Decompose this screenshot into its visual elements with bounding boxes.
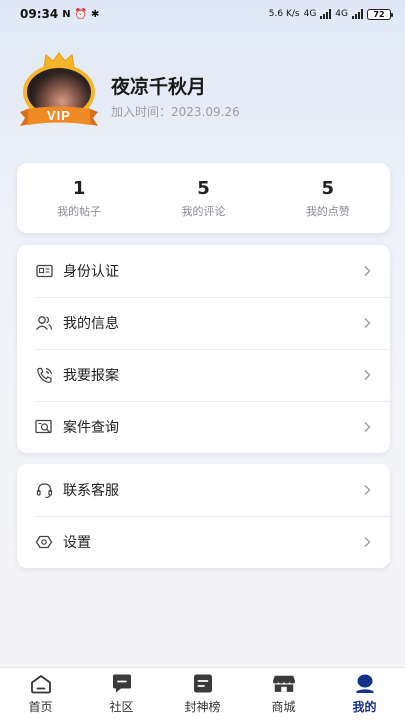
profile-header: VIP 夜凉千秋月 加入时间：2023.09.26 <box>18 52 388 132</box>
stat-label: 我的点赞 <box>305 204 350 218</box>
menu-label: 身份认证 <box>63 264 119 280</box>
menu-item-identity[interactable]: 身份认证 <box>17 245 390 297</box>
stat-comments[interactable]: 5 我的评论 <box>141 163 265 233</box>
signal-1-icon <box>320 9 332 19</box>
signal-1-type: 4G <box>303 9 317 19</box>
chat-icon <box>110 673 134 695</box>
tab-community[interactable]: 社区 <box>81 668 162 720</box>
status-right: 5.6 K/s 4G 4G 72 <box>268 8 393 20</box>
menu-card-secondary: 联系客服 设置 <box>17 464 390 568</box>
join-date: 加入时间：2023.09.26 <box>111 105 240 119</box>
tab-label: 我的 <box>352 700 377 714</box>
phone-call-icon <box>35 366 53 384</box>
stat-value: 5 <box>197 177 210 199</box>
bluetooth-icon: ✱ <box>91 8 100 20</box>
status-left: 09:34 N ⏰ ✱ <box>20 7 99 21</box>
menu-item-report-case[interactable]: 我要报案 <box>17 349 390 401</box>
menu-card-main: 身份认证 我的信息 我要报案 案件查询 <box>17 245 390 453</box>
vip-label: VIP <box>47 108 71 123</box>
status-time: 09:34 <box>20 7 59 21</box>
bottom-tab-bar: 首页 社区 封神榜 商城 我的 <box>0 667 405 720</box>
n-icon: N <box>62 8 71 20</box>
stat-label: 我的帖子 <box>57 204 102 218</box>
menu-item-my-info[interactable]: 我的信息 <box>17 297 390 349</box>
chevron-right-icon <box>364 318 371 328</box>
menu-item-customer-service[interactable]: 联系客服 <box>17 464 390 516</box>
menu-label: 我的信息 <box>63 316 119 332</box>
signal-2-type: 4G <box>335 9 348 19</box>
tab-label: 商城 <box>271 700 296 714</box>
tab-home[interactable]: 首页 <box>0 668 81 720</box>
tab-label: 首页 <box>28 700 53 714</box>
chevron-right-icon <box>364 537 371 547</box>
avatar-wrap[interactable]: VIP <box>18 52 100 132</box>
network-speed: 5.6 K/s <box>268 9 300 19</box>
users-icon <box>35 314 53 332</box>
chevron-right-icon <box>364 422 371 432</box>
username: 夜凉千秋月 <box>111 76 207 98</box>
stat-value: 1 <box>72 177 86 199</box>
signal-2-icon <box>352 9 363 19</box>
headset-icon <box>35 481 53 499</box>
stat-likes[interactable]: 5 我的点赞 <box>266 163 390 233</box>
menu-label: 联系客服 <box>63 483 119 499</box>
list-icon <box>191 673 215 695</box>
menu-label: 我要报案 <box>63 368 119 384</box>
menu-item-case-query[interactable]: 案件查询 <box>17 401 390 453</box>
tab-leaderboard[interactable]: 封神榜 <box>162 668 243 720</box>
search-document-icon <box>35 418 53 436</box>
tab-label: 封神榜 <box>184 700 221 714</box>
id-card-icon <box>35 262 53 280</box>
tab-mall[interactable]: 商城 <box>243 668 324 720</box>
chevron-right-icon <box>364 370 371 380</box>
menu-item-settings[interactable]: 设置 <box>17 516 390 568</box>
menu-label: 设置 <box>63 535 91 551</box>
battery-level: 72 <box>373 9 385 19</box>
home-icon <box>29 673 53 695</box>
stat-posts[interactable]: 1 我的帖子 <box>17 163 141 233</box>
chevron-right-icon <box>364 485 371 495</box>
store-icon <box>272 673 296 695</box>
stats-card: 1 我的帖子 5 我的评论 5 我的点赞 <box>17 163 390 233</box>
stat-label: 我的评论 <box>181 204 226 218</box>
settings-eye-icon <box>35 533 53 551</box>
chevron-right-icon <box>364 266 371 276</box>
alarm-icon: ⏰ <box>74 8 88 20</box>
stat-value: 5 <box>321 177 335 199</box>
tab-mine[interactable]: 我的 <box>324 668 405 720</box>
tab-label: 社区 <box>109 700 134 714</box>
menu-label: 案件查询 <box>63 420 119 436</box>
status-bar: 09:34 N ⏰ ✱ 5.6 K/s 4G 4G 72 <box>0 0 405 28</box>
user-icon <box>353 673 377 695</box>
battery-icon: 72 <box>367 8 393 20</box>
